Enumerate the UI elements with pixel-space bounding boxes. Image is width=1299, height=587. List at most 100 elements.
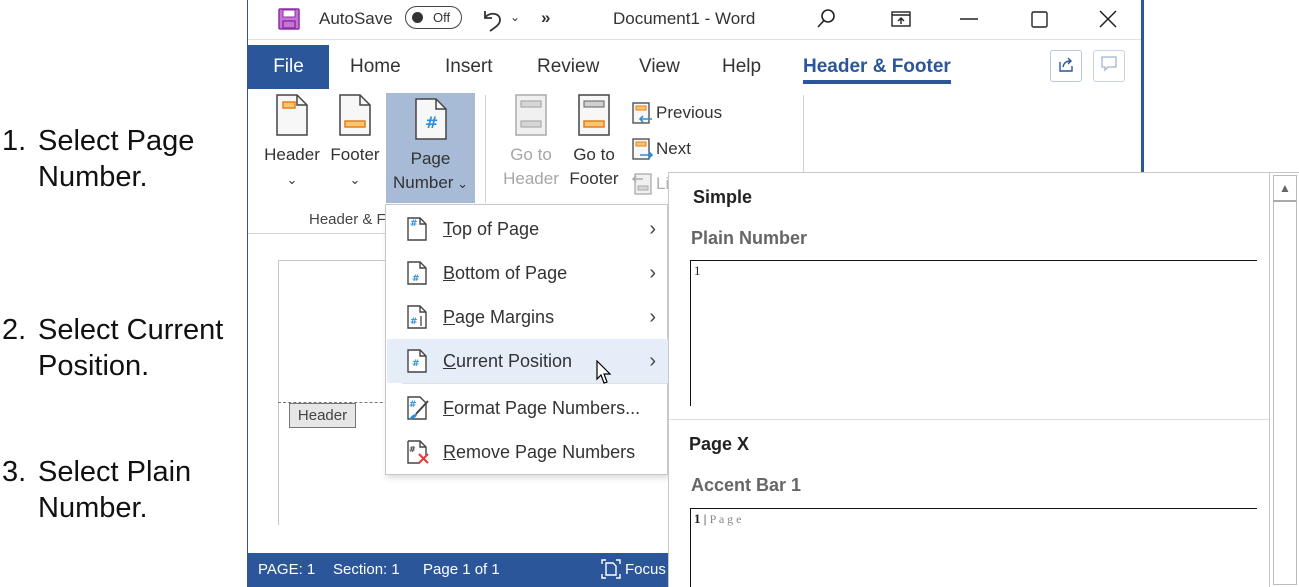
ribbon-display-options-icon[interactable] — [881, 5, 921, 33]
share-button[interactable] — [1050, 50, 1082, 82]
menu-item-text: ormat Page Numbers... — [454, 397, 641, 418]
go-to-footer-icon — [578, 94, 610, 136]
menu-item-label: Current Position — [443, 351, 572, 372]
go-to-footer-label-line2: Footer — [569, 169, 619, 188]
focus-button[interactable]: Focus — [625, 561, 666, 578]
gallery-item-label: Plain Number — [691, 228, 808, 248]
comment-icon — [1100, 55, 1118, 78]
step-number: 1. — [2, 125, 27, 157]
preview-page-text: P a g e — [709, 512, 742, 526]
title-bar: AutoSave Off ⌄ » Document1 - Word — [248, 0, 1141, 40]
page-margins-icon: # — [407, 305, 427, 329]
menu-item-top-of-page[interactable]: # Top of Page › — [387, 207, 668, 251]
next-icon — [632, 138, 653, 160]
chevron-down-icon: ⌄ — [349, 172, 361, 187]
maximize-icon[interactable] — [1019, 5, 1059, 33]
gallery-divider — [669, 419, 1270, 420]
tab-header-footer[interactable]: Header & Footer — [803, 45, 951, 84]
tab-file[interactable]: File — [248, 45, 329, 89]
save-icon[interactable] — [277, 7, 301, 36]
accelerator-key: B — [443, 262, 456, 283]
accelerator-key: F — [443, 397, 454, 418]
step-text: Select Plain — [38, 456, 192, 488]
tab-review[interactable]: Review — [537, 45, 599, 89]
status-page-count[interactable]: Page 1 of 1 — [423, 561, 500, 578]
minimize-icon[interactable] — [949, 5, 989, 33]
comments-button[interactable] — [1093, 50, 1125, 82]
menu-separator — [402, 383, 667, 384]
header-button-label: Header — [264, 145, 320, 164]
current-position-gallery: Simple Plain Number 1 Page X Accent Bar … — [668, 172, 1299, 587]
more-commands-icon[interactable]: » — [541, 8, 550, 28]
scroll-up-arrow-icon[interactable]: ▲ — [1273, 175, 1297, 202]
remove-page-numbers-icon: # — [407, 440, 429, 464]
top-of-page-icon: # — [407, 217, 427, 241]
footer-icon — [339, 94, 371, 136]
gallery-item-accent-bar-1[interactable]: 1 | P a g e — [690, 508, 1257, 587]
footer-button[interactable]: Footer ⌄ — [326, 93, 384, 192]
menu-item-remove-page-numbers[interactable]: # Remove Page Numbers — [387, 430, 668, 474]
menu-item-text: urrent Position — [456, 350, 573, 371]
go-to-header-icon — [515, 94, 547, 136]
ribbon-tabs: File Home Insert Review View Help Header… — [248, 45, 1141, 89]
autosave-label: AutoSave — [319, 9, 393, 28]
step-text: Number. — [38, 492, 148, 524]
page-number-label-line1: Page — [410, 149, 451, 168]
svg-text:#: # — [410, 317, 418, 327]
group-separator — [485, 95, 486, 203]
gallery-item-label: Accent Bar 1 — [691, 475, 802, 495]
close-icon[interactable] — [1088, 5, 1128, 33]
status-page[interactable]: PAGE: 1 — [258, 561, 315, 578]
svg-text:#: # — [412, 359, 420, 369]
mouse-cursor-icon — [596, 359, 614, 391]
next-button[interactable]: Next — [631, 137, 691, 161]
autosave-state: Off — [433, 10, 451, 25]
autosave-toggle[interactable]: Off — [405, 6, 462, 29]
menu-item-page-margins[interactable]: # Page Margins › — [387, 295, 668, 339]
header-button[interactable]: Header ⌄ — [262, 93, 322, 192]
tab-home[interactable]: Home — [350, 45, 401, 89]
next-label: Next — [656, 139, 691, 158]
gallery-section-heading: Simple — [693, 187, 753, 207]
tab-view[interactable]: View — [639, 45, 680, 89]
go-to-header-button[interactable]: Go to Header — [500, 93, 562, 191]
menu-item-label: Bottom of Page — [443, 263, 567, 284]
accelerator-key: R — [443, 441, 456, 462]
link-to-previous-icon — [631, 173, 652, 195]
share-icon — [1057, 55, 1075, 78]
menu-item-current-position[interactable]: # Current Position › — [387, 339, 668, 383]
undo-dropdown-chevron-icon[interactable]: ⌄ — [510, 10, 520, 24]
page-number-menu: # Top of Page › # Bottom of Page › # Pag… — [385, 204, 668, 475]
header-icon — [276, 94, 308, 136]
undo-icon[interactable] — [480, 7, 506, 38]
go-to-footer-button[interactable]: Go to Footer — [564, 93, 624, 191]
gallery-item-plain-number[interactable]: 1 — [690, 260, 1257, 406]
go-to-footer-label-line1: Go to — [573, 145, 615, 164]
header-tag: Header — [289, 403, 356, 428]
menu-item-format-page-numbers[interactable]: # Format Page Numbers... — [387, 386, 668, 430]
instruction-step-2: 2. Select Current Position. — [2, 312, 223, 384]
chevron-down-icon: ⌄ — [453, 176, 468, 191]
submenu-chevron-icon: › — [649, 305, 656, 328]
status-section[interactable]: Section: 1 — [333, 561, 400, 578]
scrollbar-track[interactable] — [1273, 175, 1297, 585]
step-text: Select Page — [38, 125, 195, 157]
menu-item-bottom-of-page[interactable]: # Bottom of Page › — [387, 251, 668, 295]
link-to-previous-button[interactable]: Li — [631, 172, 669, 196]
gallery-scrollbar[interactable]: ▲ — [1269, 173, 1299, 587]
current-position-icon: # — [407, 349, 427, 373]
preview-separator: | — [703, 511, 707, 526]
menu-item-text: ottom of Page — [455, 262, 568, 283]
format-page-numbers-icon: # — [407, 396, 429, 420]
accelerator-key: P — [443, 306, 456, 327]
page-number-button[interactable]: # Page Number ⌄ — [386, 93, 475, 203]
submenu-chevron-icon: › — [649, 217, 656, 240]
tab-insert[interactable]: Insert — [445, 45, 493, 89]
tab-help[interactable]: Help — [722, 45, 761, 89]
previous-button[interactable]: Previous — [631, 101, 722, 125]
submenu-chevron-icon: › — [649, 261, 656, 284]
step-number: 2. — [2, 314, 27, 346]
focus-icon[interactable] — [600, 558, 622, 584]
search-icon[interactable] — [806, 5, 846, 33]
accelerator-key: C — [443, 350, 456, 371]
